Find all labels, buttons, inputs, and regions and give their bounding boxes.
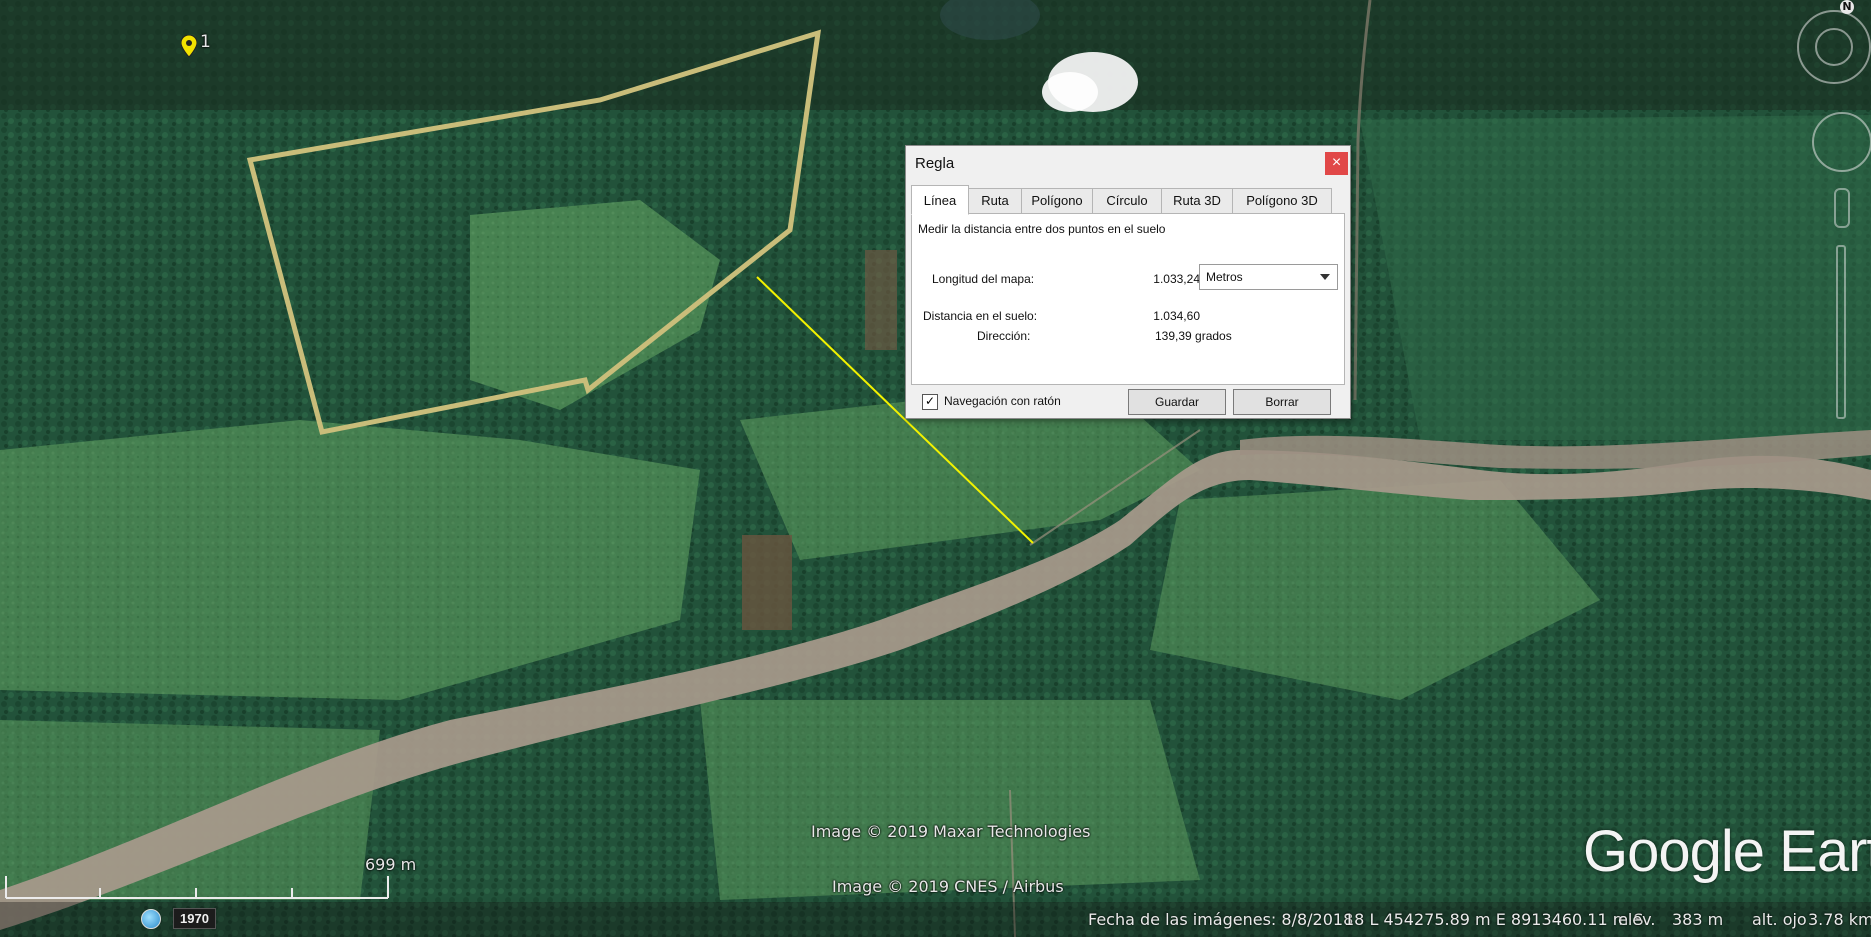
eye-altitude-label: alt. ojo bbox=[1752, 910, 1807, 929]
zoom-slider[interactable] bbox=[1836, 245, 1846, 419]
direction-value: 139,39 grados bbox=[1155, 329, 1232, 343]
dialog-title: Regla bbox=[915, 155, 955, 172]
attribution-cnes: Image © 2019 CNES / Airbus bbox=[832, 877, 1064, 896]
compass-north-label: N bbox=[1840, 0, 1854, 14]
unit-dropdown-value: Metros bbox=[1206, 270, 1243, 284]
ruler-dialog: Regla × Línea Ruta Polígono Círculo Ruta… bbox=[905, 145, 1351, 419]
scale-label: 699 m bbox=[365, 855, 417, 874]
tab-panel-linea: Medir la distancia entre dos puntos en e… bbox=[911, 213, 1345, 385]
direction-label: Dirección: bbox=[977, 329, 1031, 343]
ground-distance-label: Distancia en el suelo: bbox=[923, 309, 1038, 323]
imagery-date: Fecha de las imágenes: 8/8/2018 bbox=[1088, 910, 1354, 929]
look-joystick[interactable] bbox=[1812, 112, 1871, 172]
elevation-label: elev. bbox=[1618, 910, 1656, 929]
mouse-navigation-label: Navegación con ratón bbox=[944, 394, 1061, 408]
chevron-down-icon bbox=[1320, 274, 1330, 280]
eye-altitude-value: 3.78 km bbox=[1808, 910, 1871, 929]
placemark-label: 1 bbox=[200, 32, 211, 52]
tab-ruta-3d[interactable]: Ruta 3D bbox=[1161, 188, 1233, 213]
tab-linea[interactable]: Línea bbox=[911, 185, 969, 215]
clear-button[interactable]: Borrar bbox=[1233, 389, 1331, 415]
coordinates-readout: 18 L 454275.89 m E 8913460.11 m S bbox=[1344, 910, 1644, 929]
map-length-value: 1.033,24 bbox=[1153, 272, 1200, 286]
map-length-label: Longitud del mapa: bbox=[932, 272, 1035, 286]
tab-circulo[interactable]: Círculo bbox=[1092, 188, 1162, 213]
compass-inner-ring bbox=[1815, 28, 1853, 66]
attribution-maxar: Image © 2019 Maxar Technologies bbox=[811, 822, 1091, 841]
street-view-pegman-icon[interactable] bbox=[1834, 188, 1850, 228]
measure-description: Medir la distancia entre dos puntos en e… bbox=[918, 222, 1166, 236]
tab-poligono-3d[interactable]: Polígono 3D bbox=[1232, 188, 1332, 213]
elevation-value: 383 m bbox=[1672, 910, 1724, 929]
ground-distance-value: 1.034,60 bbox=[1153, 309, 1200, 323]
satellite-map[interactable] bbox=[0, 0, 1871, 937]
mouse-navigation-checkbox[interactable]: ✓ bbox=[922, 394, 938, 410]
google-earth-logo: Google Earth bbox=[1583, 819, 1871, 884]
save-button[interactable]: Guardar bbox=[1128, 389, 1226, 415]
tab-poligono[interactable]: Polígono bbox=[1021, 188, 1093, 213]
placemark-pin-icon[interactable] bbox=[180, 34, 198, 58]
close-button[interactable]: × bbox=[1325, 152, 1348, 175]
unit-dropdown[interactable]: Metros bbox=[1199, 264, 1338, 290]
tab-ruta[interactable]: Ruta bbox=[968, 188, 1022, 213]
historical-imagery-icon[interactable] bbox=[141, 909, 161, 929]
historical-year-badge[interactable]: 1970 bbox=[173, 908, 216, 929]
